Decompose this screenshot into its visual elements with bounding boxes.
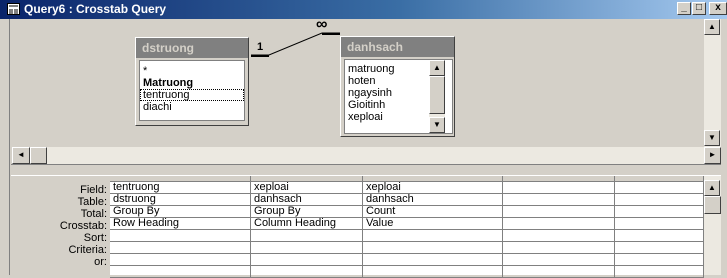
grid-cell-or[interactable] <box>110 254 251 266</box>
grid-cell-empty[interactable] <box>363 266 503 278</box>
field-item-focused[interactable]: tentruong <box>140 89 244 101</box>
grid-cell-sort[interactable] <box>251 230 363 242</box>
grid-cell-crosstab[interactable]: Row Heading <box>110 218 251 230</box>
grid-cell-or[interactable] <box>363 254 503 266</box>
grid-cell-table[interactable]: dstruong <box>110 194 251 206</box>
grid-cell-criteria[interactable] <box>503 242 615 254</box>
table-danhsach[interactable]: danhsach matruong hoten ngaysinh Gioitin… <box>340 36 455 137</box>
grid-cell-crosstab[interactable] <box>615 218 704 230</box>
grid-cell-table[interactable] <box>503 194 615 206</box>
row-label-field: Field: <box>80 184 107 196</box>
table-dstruong-fields[interactable]: * Matruong tentruong diachi <box>139 60 245 121</box>
arrow-left-icon[interactable]: ◄ <box>12 147 30 164</box>
grid-cell-criteria[interactable] <box>110 242 251 254</box>
grid-cell-field[interactable]: tentruong <box>110 182 251 194</box>
grid-cell-criteria[interactable] <box>363 242 503 254</box>
grid-cell-crosstab[interactable]: Column Heading <box>251 218 363 230</box>
grid-cell-crosstab[interactable]: Value <box>363 218 503 230</box>
grid-cell-crosstab[interactable] <box>503 218 615 230</box>
grid-cell-empty[interactable] <box>251 266 363 278</box>
field-item-key[interactable]: Matruong <box>140 77 244 89</box>
grid-cell-field[interactable]: xeploai <box>251 182 363 194</box>
field-item[interactable]: diachi <box>140 101 244 113</box>
grid-cell-table[interactable] <box>615 194 704 206</box>
table-danhsach-title[interactable]: danhsach <box>341 37 454 57</box>
row-label-criteria: Criteria: <box>68 244 107 256</box>
grid-cell-criteria[interactable] <box>615 242 704 254</box>
relationship-many-label: ∞ <box>316 16 328 33</box>
grid-cell-or[interactable] <box>615 254 704 266</box>
scroll-thumb[interactable] <box>429 76 445 114</box>
grid-cell-sort[interactable] <box>110 230 251 242</box>
grid-cell-empty[interactable] <box>503 266 615 278</box>
grid-pane-vscroll[interactable]: ▲ <box>704 176 721 275</box>
grid-cell-sort[interactable] <box>503 230 615 242</box>
arrow-up-icon[interactable]: ▲ <box>429 60 445 76</box>
grid-cell-total[interactable] <box>503 206 615 218</box>
grid-cell-or[interactable] <box>251 254 363 266</box>
grid-cell-empty[interactable] <box>615 266 704 278</box>
table-danhsach-fields[interactable]: matruong hoten ngaysinh Gioitinh xeploai… <box>344 59 453 134</box>
grid-cell-table[interactable]: danhsach <box>251 194 363 206</box>
grid-cell-criteria[interactable] <box>251 242 363 254</box>
table-dstruong[interactable]: dstruong * Matruong tentruong diachi <box>135 37 249 126</box>
grid-cell-empty[interactable] <box>110 266 251 278</box>
table-pane-hscroll[interactable] <box>30 147 704 164</box>
table-pane-vscroll[interactable]: ▲ ▼ <box>704 19 721 154</box>
grid-cell-total[interactable]: Count <box>363 206 503 218</box>
pane-splitter[interactable] <box>11 164 721 176</box>
grid-cell-field[interactable] <box>615 182 704 194</box>
scroll-thumb[interactable] <box>30 147 47 164</box>
fieldlist-scrollbar[interactable]: ▲ ▼ <box>429 60 445 133</box>
grid-row-labels: Field: Table: Total: Crosstab: Sort: Cri… <box>11 176 110 275</box>
design-grid[interactable]: tentruong dstruong Group By Row Heading … <box>110 176 704 278</box>
grid-cell-field[interactable] <box>503 182 615 194</box>
row-label-sort: Sort: <box>83 232 107 244</box>
row-label-total: Total: <box>80 208 107 220</box>
grid-cell-sort[interactable] <box>615 230 704 242</box>
grid-cell-total[interactable]: Group By <box>251 206 363 218</box>
arrow-up-icon[interactable]: ▲ <box>704 19 720 35</box>
arrow-right-icon[interactable]: ► <box>704 147 721 164</box>
arrow-up-icon[interactable]: ▲ <box>704 180 720 196</box>
relationship-one-label: 1 <box>257 41 264 53</box>
grid-cell-total[interactable] <box>615 206 704 218</box>
arrow-down-icon[interactable]: ▼ <box>704 130 720 146</box>
grid-cell-field[interactable]: xeploai <box>363 182 503 194</box>
arrow-down-icon[interactable]: ▼ <box>429 117 445 133</box>
scroll-thumb[interactable] <box>704 196 721 214</box>
row-label-or: or: <box>94 256 107 268</box>
table-dstruong-title[interactable]: dstruong <box>136 38 248 58</box>
row-label-table: Table: <box>77 196 107 208</box>
grid-cell-or[interactable] <box>503 254 615 266</box>
grid-cell-table[interactable]: danhsach <box>363 194 503 206</box>
field-item[interactable]: * <box>140 65 244 77</box>
row-label-crosstab: Crosstab: <box>59 220 107 232</box>
grid-cell-sort[interactable] <box>363 230 503 242</box>
grid-cell-total[interactable]: Group By <box>110 206 251 218</box>
